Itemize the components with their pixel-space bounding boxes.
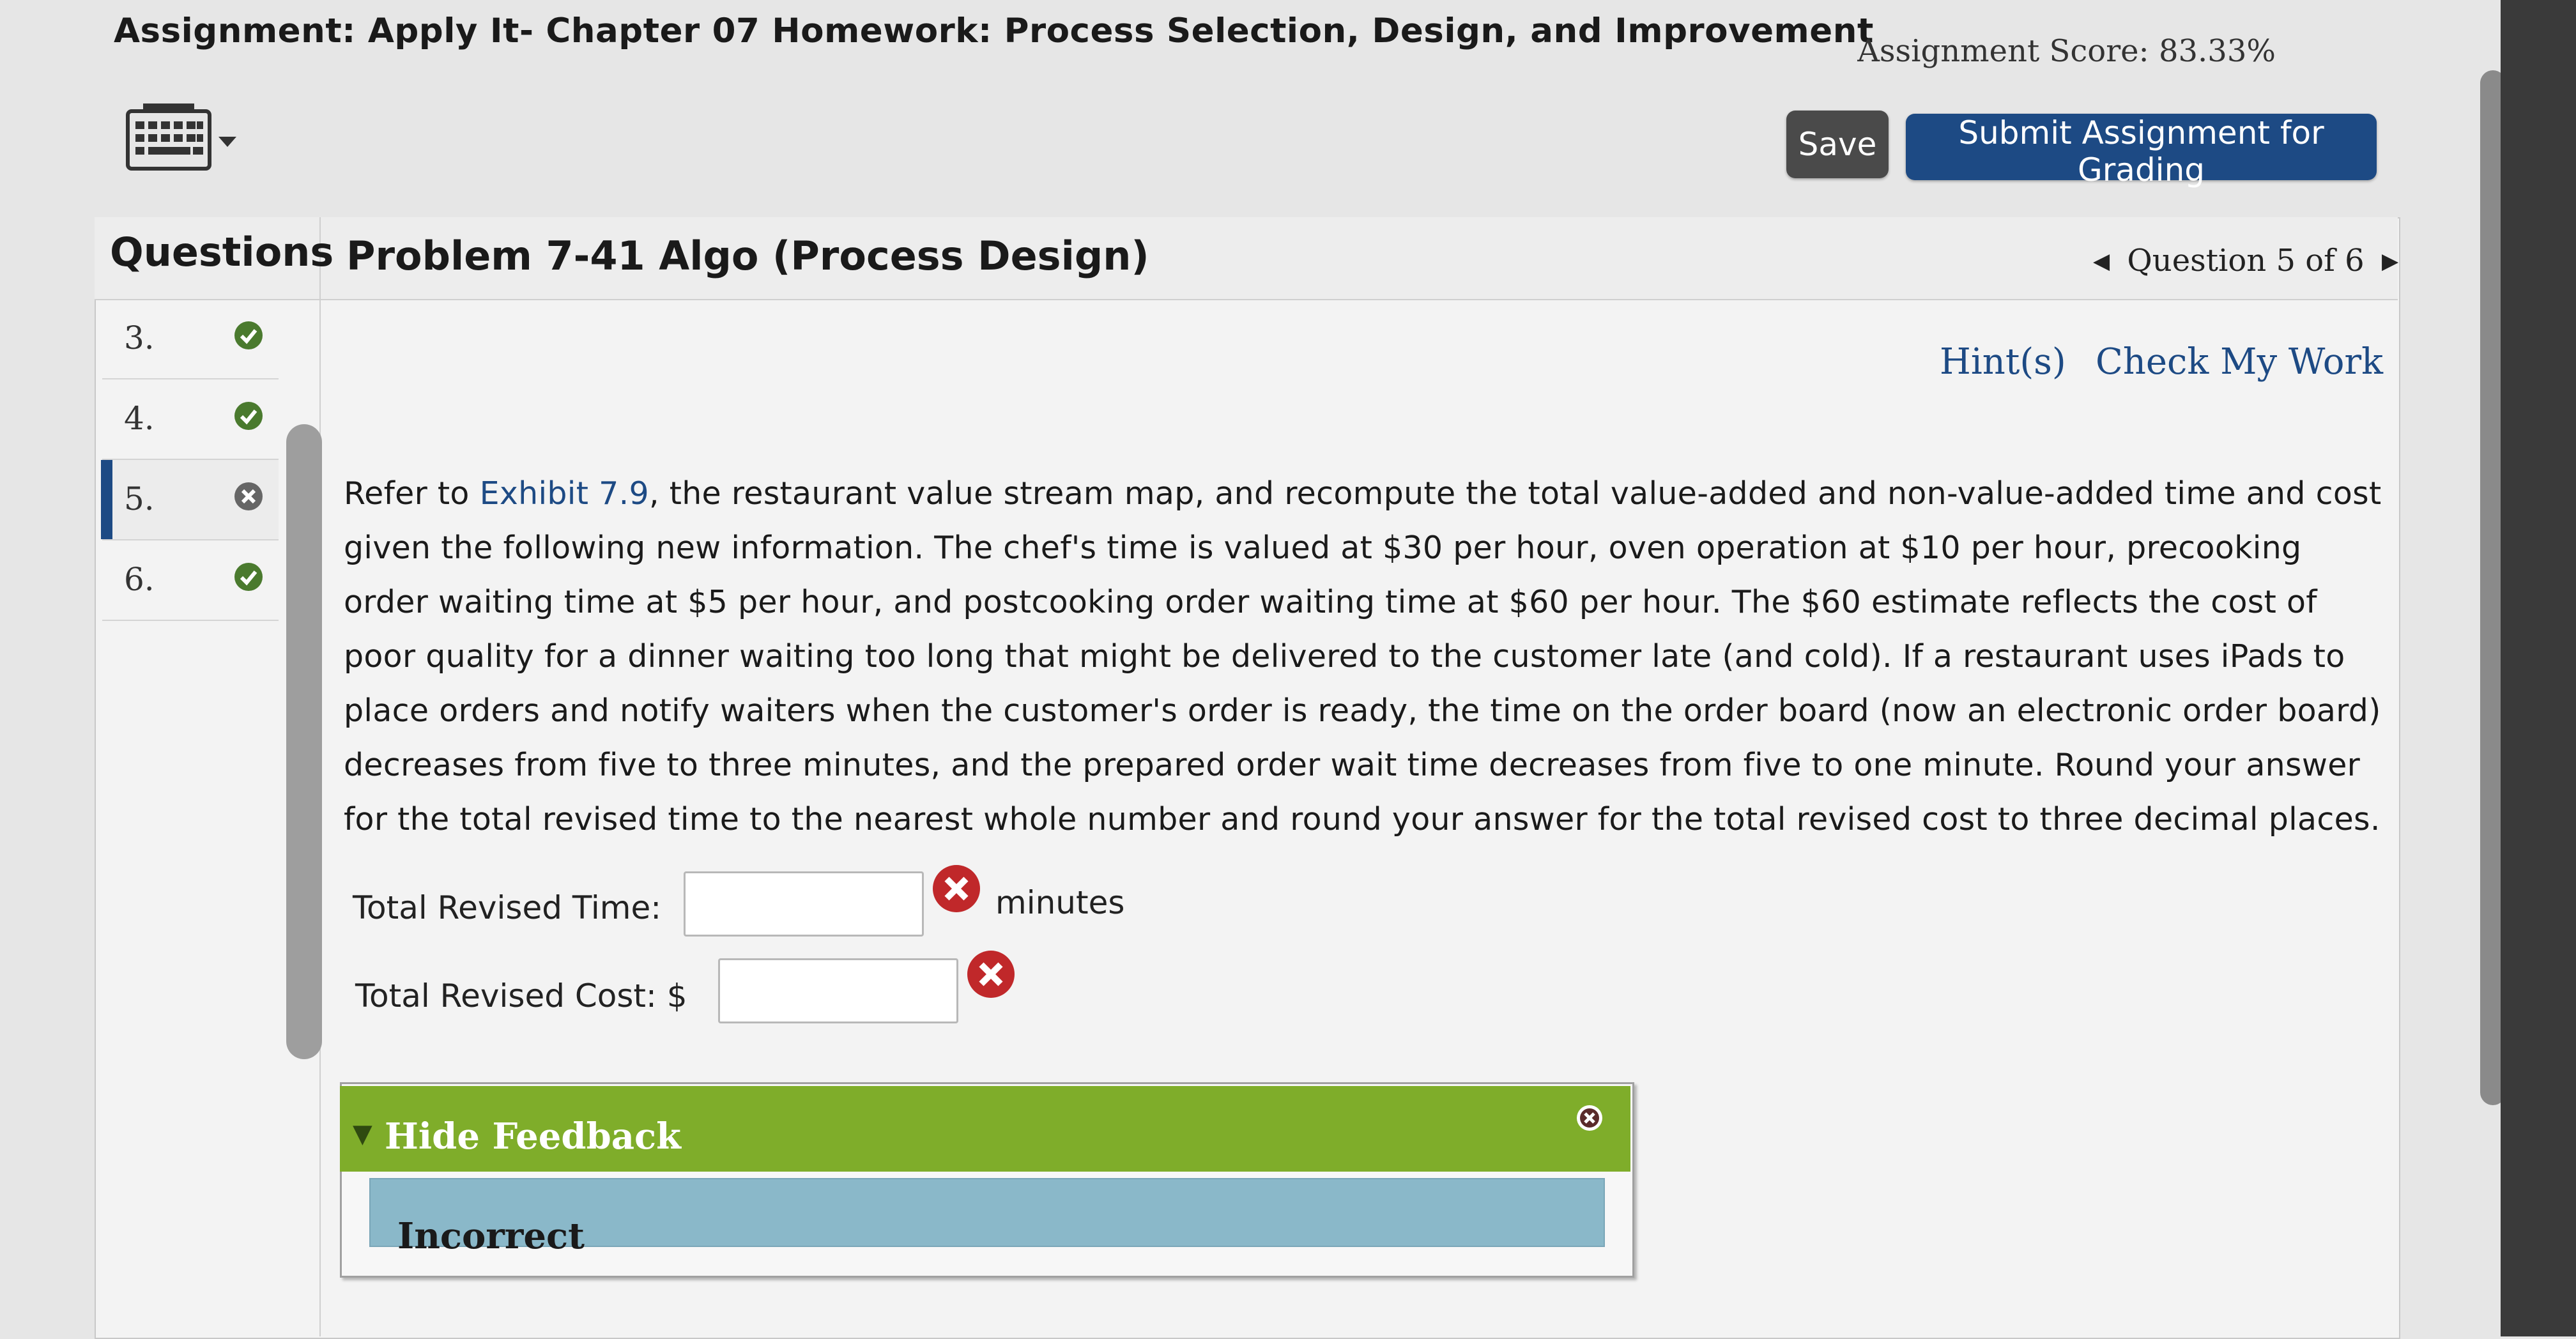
total-revised-cost-input[interactable] [718, 958, 958, 1023]
sidebar-item-q5[interactable]: 5. [101, 460, 279, 540]
current-indicator [101, 460, 112, 539]
sidebar-item-q4[interactable]: 4. [102, 379, 279, 460]
total-revised-time-input[interactable] [684, 871, 924, 937]
question-navigator: ◀ Question 5 of 6 ▶ [2093, 243, 2398, 279]
caret-down-icon [218, 137, 236, 147]
problem-text-body: , the restaurant value stream map, and r… [344, 475, 2382, 838]
x-circle-icon [234, 482, 263, 510]
x-circle-icon [933, 865, 980, 912]
sidebar-item-q6[interactable]: 6. [102, 540, 279, 621]
feedback-result: Incorrect [397, 1215, 585, 1257]
submit-assignment-button[interactable]: Submit Assignment for Grading [1906, 114, 2377, 188]
problem-text-intro: Refer to [344, 475, 480, 512]
window-edge [2501, 0, 2576, 1336]
keyboard-menu-button[interactable] [125, 102, 247, 172]
sidebar-scrollbar[interactable] [286, 424, 322, 1059]
caret-left-icon[interactable]: ◀ [2093, 249, 2110, 274]
save-button[interactable]: Save [1786, 111, 1889, 178]
check-circle-icon [234, 563, 263, 591]
question-counter: Question 5 of 6 [2127, 243, 2365, 279]
keyboard-icon [126, 103, 236, 171]
hints-link[interactable]: Hint(s) [1940, 341, 2066, 383]
problem-statement: Refer to Exhibit 7.9, the restaurant val… [344, 466, 2382, 846]
question-number: 5. [124, 480, 155, 517]
hide-feedback-toggle[interactable]: Hide Feedback [385, 1115, 681, 1158]
caret-right-icon[interactable]: ▶ [2382, 249, 2398, 274]
assignment-title: Assignment: Apply It- Chapter 07 Homewor… [114, 11, 1874, 50]
check-circle-icon [234, 321, 263, 349]
check-my-work-link[interactable]: Check My Work [2096, 341, 2383, 383]
question-number: 4. [124, 400, 155, 437]
exhibit-link[interactable]: Exhibit 7.9 [480, 475, 649, 512]
caret-down-icon[interactable]: ▼ [353, 1119, 372, 1149]
problem-title: Problem 7-41 Algo (Process Design) [346, 233, 1149, 279]
close-icon[interactable] [1575, 1104, 1604, 1132]
cost-label: Total Revised Cost: $ [355, 977, 687, 1014]
check-circle-icon [234, 402, 263, 430]
questions-heading: Questions [110, 229, 334, 275]
sidebar-item-q3[interactable]: 3. [102, 299, 279, 379]
assignment-score: Assignment Score: 83.33% [1857, 33, 2276, 69]
time-label: Total Revised Time: [353, 889, 662, 926]
x-circle-icon [967, 951, 1015, 998]
question-number: 6. [124, 561, 155, 598]
time-unit: minutes [995, 884, 1125, 921]
question-number: 3. [124, 319, 155, 356]
